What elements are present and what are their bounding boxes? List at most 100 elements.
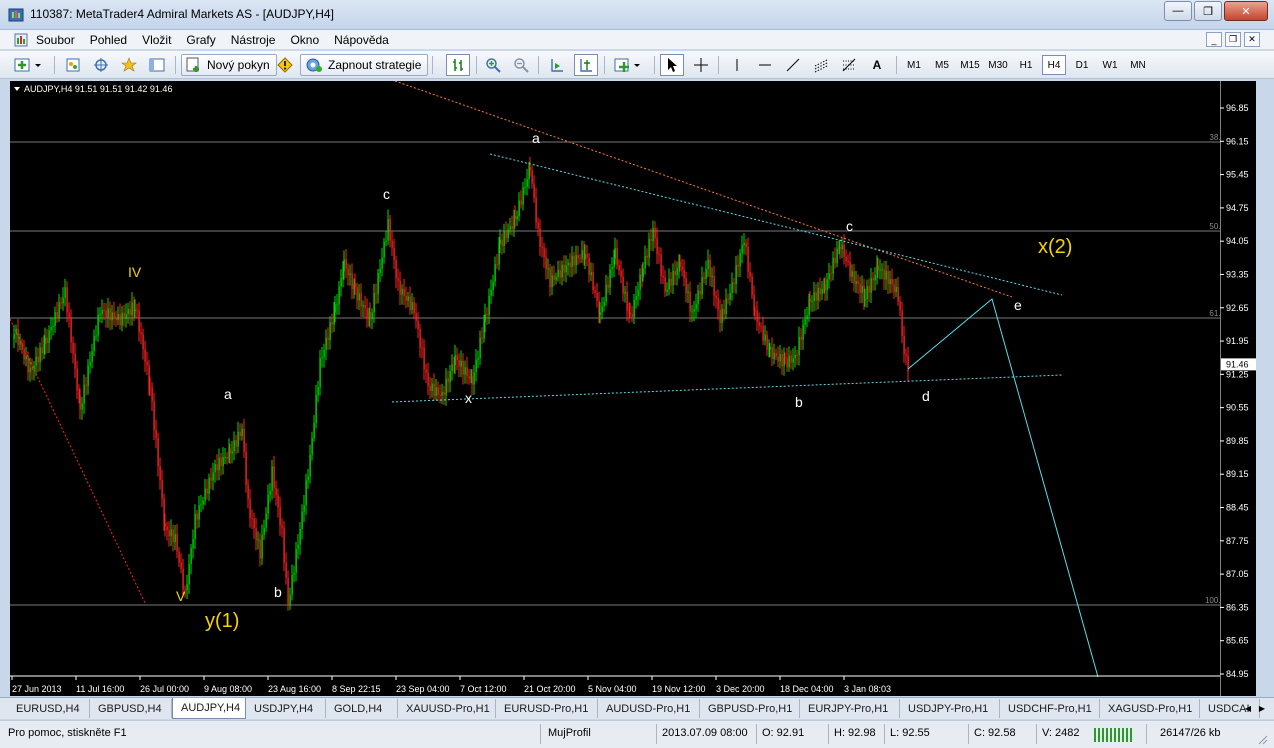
tab-usdjpy-pro-h1[interactable]: USDJPY-Pro,H1	[900, 699, 1000, 718]
wave-label-b1[interactable]: b	[274, 584, 282, 600]
tab-audusd-pro-h1[interactable]: AUDUSD-Pro,H1	[598, 699, 700, 718]
autoscroll-button[interactable]	[546, 54, 568, 76]
timeframe-d1-button[interactable]: D1	[1070, 55, 1094, 75]
menu-item-5[interactable]: Okno	[290, 33, 328, 47]
zoom-out-button[interactable]	[510, 54, 532, 76]
tab-xagusd-pro-h1[interactable]: XAGUSD-Pro,H1	[1100, 699, 1200, 718]
chart-header-arrow-icon[interactable]	[14, 87, 20, 91]
navigator-button[interactable]	[146, 54, 168, 76]
wave-label-b2[interactable]: b	[795, 394, 803, 410]
price-chart[interactable]: 38.2 50.0 61.8 100.0 IV Vy(1) a b c x a b c d e x(2) AUD…	[10, 81, 1230, 696]
trendline-button[interactable]	[782, 54, 804, 76]
wave-label-y1[interactable]: y(1)	[205, 610, 239, 632]
lower-triangle-line[interactable]	[391, 374, 1063, 403]
candle-body	[349, 273, 351, 276]
upper-triangle-line[interactable]	[489, 153, 1063, 296]
tab-gbpusd-h4[interactable]: GBPUSD,H4	[90, 699, 172, 718]
candle-body	[437, 387, 439, 395]
timeframe-m5-button[interactable]: M5	[930, 55, 954, 75]
menu-item-2[interactable]: Vložit	[142, 33, 180, 47]
wave-label-c2[interactable]: c	[846, 218, 853, 234]
timeframe-w1-button[interactable]: W1	[1098, 55, 1122, 75]
menu-item-6[interactable]: Nápověda	[334, 33, 398, 47]
status-profile[interactable]: MujProfil	[548, 727, 591, 739]
mdi-minimize-button[interactable]: _	[1206, 32, 1222, 47]
crosshair-tool-button[interactable]	[690, 54, 712, 76]
tab-usdchf-pro-h1[interactable]: USDCHF-Pro,H1	[1000, 699, 1100, 718]
candle-body	[693, 309, 695, 312]
fibonacci-button[interactable]	[838, 54, 860, 76]
channel-button[interactable]	[810, 54, 832, 76]
projection-path[interactable]	[907, 298, 1099, 678]
candle-body	[834, 257, 836, 264]
autotrading-button[interactable]: Zapnout strategie	[300, 54, 429, 76]
chart-shift-button[interactable]	[574, 54, 598, 76]
timeframe-m15-button[interactable]: M15	[958, 55, 982, 75]
indicators-button[interactable]	[612, 54, 646, 76]
wave-label-e[interactable]: e	[1014, 297, 1022, 313]
resize-grip-icon[interactable]	[1256, 733, 1268, 745]
bar-chart-button[interactable]	[446, 54, 470, 76]
tab-scroll-right-icon[interactable]: ▶	[1256, 702, 1268, 714]
wave-label-x[interactable]: x	[465, 390, 472, 406]
candle-body	[781, 354, 783, 367]
candle-body	[210, 477, 212, 481]
new-chart-button[interactable]	[12, 54, 46, 76]
tab-scroll-left-icon[interactable]: ◀	[1242, 702, 1254, 714]
wave-label-a2[interactable]: a	[532, 130, 540, 146]
price-label: 87.05	[1226, 569, 1249, 579]
candle-body	[161, 480, 163, 499]
chart-canvas[interactable]: 38.250.061.8100.0IVVy(1)abcxabcdex(2)AUD…	[10, 81, 1230, 696]
minimize-button[interactable]: —	[1164, 1, 1192, 21]
candle-body	[499, 239, 501, 244]
vertical-line-button[interactable]	[726, 54, 748, 76]
timeframe-h4-button[interactable]: H4	[1042, 55, 1066, 75]
candle-body	[317, 387, 319, 396]
tab-eurjpy-pro-h1[interactable]: EURJPY-Pro,H1	[800, 699, 900, 718]
text-tool-button[interactable]: A	[866, 54, 888, 76]
upper-trendline-orange[interactable]	[394, 81, 1013, 298]
wave-label-a1[interactable]: a	[224, 386, 232, 402]
tab-eurusd-pro-h1[interactable]: EURUSD-Pro,H1	[496, 699, 598, 718]
menu-item-3[interactable]: Grafy	[186, 33, 224, 47]
candle-body	[899, 301, 901, 311]
menu-item-1[interactable]: Pohled	[90, 33, 136, 47]
candle-body	[796, 354, 798, 356]
tab-eurusd-h4[interactable]: EURUSD,H4	[8, 699, 90, 718]
zoom-in-button[interactable]	[482, 54, 504, 76]
tab-usdjpy-h4[interactable]: USDJPY,H4	[246, 699, 326, 718]
timeframe-h1-button[interactable]: H1	[1014, 55, 1038, 75]
candle-body	[471, 376, 473, 385]
wave-label-c1[interactable]: c	[383, 186, 390, 202]
price-label: 85.65	[1226, 636, 1249, 646]
horizontal-line-button[interactable]	[754, 54, 776, 76]
alert-button[interactable]	[274, 54, 296, 76]
timeframe-m1-button[interactable]: M1	[902, 55, 926, 75]
tab-xauusd-pro-h1[interactable]: XAUUSD-Pro,H1	[398, 699, 496, 718]
tab-gbpusd-pro-h1[interactable]: GBPUSD-Pro,H1	[700, 699, 800, 718]
crosshair-nav-button[interactable]	[90, 54, 112, 76]
menu-item-4[interactable]: Nástroje	[231, 33, 285, 47]
timeframe-m30-button[interactable]: M30	[986, 55, 1010, 75]
status-traffic: 26147/26 kb	[1160, 727, 1221, 739]
maximize-button[interactable]: ❐	[1194, 1, 1222, 21]
status-bar: Pro pomoc, stiskněte F1 MujProfil 2013.0…	[0, 720, 1274, 748]
cursor-tool-button[interactable]	[660, 54, 684, 76]
wave-label-v[interactable]: V	[176, 588, 186, 604]
timeframe-mn-button[interactable]: MN	[1126, 55, 1150, 75]
chart-window-icon[interactable]	[14, 33, 28, 47]
profiles-button[interactable]	[62, 54, 84, 76]
menu-item-0[interactable]: Soubor	[36, 33, 84, 47]
wave-label-x2[interactable]: x(2)	[1038, 236, 1072, 258]
close-button[interactable]: ✕	[1224, 1, 1268, 21]
favorites-button[interactable]	[118, 54, 140, 76]
tab-gold-h4[interactable]: GOLD,H4	[326, 699, 398, 718]
new-order-button[interactable]: Nový pokyn	[181, 54, 277, 76]
tab-audjpy-h4[interactable]: AUDJPY,H4	[172, 698, 246, 719]
mdi-restore-button[interactable]: ❐	[1225, 32, 1241, 47]
candle-body	[874, 275, 876, 281]
wave-label-iv[interactable]: IV	[128, 264, 142, 280]
wave-label-d[interactable]: d	[922, 388, 930, 404]
candle-body	[224, 457, 226, 459]
mdi-close-button[interactable]: ✕	[1244, 32, 1260, 47]
